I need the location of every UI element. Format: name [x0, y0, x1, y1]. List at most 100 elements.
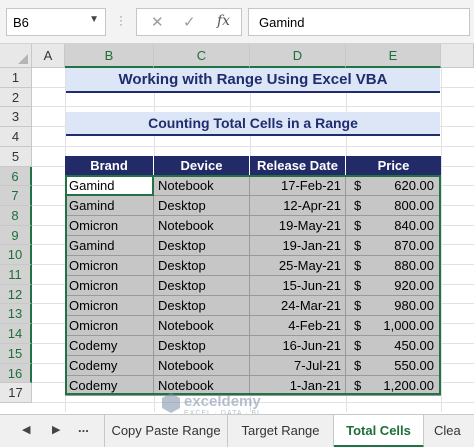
row-header[interactable]: 6 [0, 167, 32, 186]
cancel-icon[interactable]: ✕ [151, 13, 164, 31]
cell-date[interactable]: 4-Feb-21 [250, 316, 346, 336]
formula-buttons: ✕ ✓ fx [136, 8, 242, 36]
cell-date[interactable]: 16-Jun-21 [250, 336, 346, 356]
cell-date[interactable]: 19-Jan-21 [250, 236, 346, 256]
row-header[interactable]: 9 [0, 226, 32, 245]
column-header-e[interactable]: E [346, 44, 441, 68]
row-header[interactable]: 15 [0, 344, 32, 364]
currency-symbol: $ [354, 178, 362, 193]
column-header-b[interactable]: B [65, 44, 154, 68]
row-header[interactable]: 16 [0, 364, 32, 383]
cell-device[interactable]: Desktop [154, 236, 250, 256]
cell-brand[interactable]: Omicron [65, 316, 154, 336]
cell-device[interactable]: Desktop [154, 256, 250, 276]
cell-date[interactable]: 19-May-21 [250, 216, 346, 236]
more-sheets-button[interactable]: ... [78, 420, 89, 435]
column-header-a[interactable]: A [32, 44, 65, 68]
price-value: 620.00 [394, 178, 434, 193]
column-header-f[interactable] [441, 44, 474, 68]
name-box[interactable]: B6 ▼ [6, 8, 106, 36]
cell-date[interactable]: 12-Apr-21 [250, 196, 346, 216]
header-brand: Brand [65, 156, 154, 176]
name-box-dropdown-icon[interactable]: ▼ [89, 14, 99, 25]
cell-price[interactable]: $840.00 [346, 216, 441, 236]
tab-target-range[interactable]: Target Range [228, 415, 334, 447]
price-value: 450.00 [394, 338, 434, 353]
currency-symbol: $ [354, 318, 362, 333]
cell-price[interactable]: $550.00 [346, 356, 441, 376]
cell-brand[interactable]: Gamind [65, 196, 154, 216]
tab-clear[interactable]: Clea [424, 415, 474, 447]
price-value: 920.00 [394, 278, 434, 293]
grid-line [32, 106, 474, 107]
cell-brand[interactable]: Omicron [65, 276, 154, 296]
cell-date[interactable]: 25-May-21 [250, 256, 346, 276]
cell-device[interactable]: Notebook [154, 376, 250, 396]
cell-brand[interactable]: Codemy [65, 356, 154, 376]
cell-brand[interactable]: Gamind [65, 176, 154, 196]
cell-device[interactable]: Desktop [154, 276, 250, 296]
currency-symbol: $ [354, 378, 362, 393]
tab-total-cells[interactable]: Total Cells [334, 415, 424, 447]
cell-price[interactable]: $980.00 [346, 296, 441, 316]
row-header[interactable]: 7 [0, 186, 32, 206]
cell-date[interactable]: 1-Jan-21 [250, 376, 346, 396]
select-all-icon [18, 54, 28, 64]
row-header[interactable]: 17 [0, 383, 32, 403]
formula-bar-grip-icon[interactable]: · · · [119, 10, 123, 30]
scroll-left-icon[interactable]: ◀ [22, 423, 30, 436]
currency-symbol: $ [354, 218, 362, 233]
cell-price[interactable]: $620.00 [346, 176, 441, 196]
enter-icon[interactable]: ✓ [183, 13, 196, 31]
cell-brand[interactable]: Omicron [65, 216, 154, 236]
column-header-d[interactable]: D [250, 44, 346, 68]
row-header[interactable]: 10 [0, 245, 32, 265]
tab-copy-paste-range[interactable]: Copy Paste Range [104, 415, 228, 447]
cell-price[interactable]: $1,200.00 [346, 376, 441, 396]
cell-brand[interactable]: Codemy [65, 336, 154, 356]
cell-date[interactable]: 7-Jul-21 [250, 356, 346, 376]
cell-date[interactable]: 17-Feb-21 [250, 176, 346, 196]
row-header[interactable]: 4 [0, 127, 32, 147]
cell-device[interactable]: Notebook [154, 356, 250, 376]
cell-device[interactable]: Notebook [154, 176, 250, 196]
formula-input[interactable]: Gamind [248, 8, 470, 36]
cell-device[interactable]: Desktop [154, 196, 250, 216]
column-header-c[interactable]: C [154, 44, 250, 68]
row-header[interactable]: 12 [0, 285, 32, 304]
cell-brand[interactable]: Omicron [65, 256, 154, 276]
formula-bar: B6 ▼ · · · ✕ ✓ fx Gamind [0, 0, 474, 44]
scroll-right-icon[interactable]: ▶ [52, 423, 60, 436]
cell-price[interactable]: $880.00 [346, 256, 441, 276]
row-header[interactable]: 8 [0, 206, 32, 226]
cell-device[interactable]: Notebook [154, 216, 250, 236]
cell-device[interactable]: Notebook [154, 316, 250, 336]
formula-value: Gamind [259, 15, 305, 30]
name-box-value: B6 [13, 15, 29, 30]
cell-brand[interactable]: Omicron [65, 296, 154, 316]
row-header[interactable]: 2 [0, 88, 32, 107]
insert-function-icon[interactable]: fx [217, 13, 230, 29]
cell-device[interactable]: Desktop [154, 336, 250, 356]
row-header[interactable]: 1 [0, 68, 32, 88]
price-value: 880.00 [394, 258, 434, 273]
cell-device[interactable]: Desktop [154, 296, 250, 316]
row-header[interactable]: 14 [0, 324, 32, 344]
currency-symbol: $ [354, 298, 362, 313]
cell-price[interactable]: $800.00 [346, 196, 441, 216]
cell-brand[interactable]: Gamind [65, 236, 154, 256]
row-header[interactable]: 3 [0, 107, 32, 127]
currency-symbol: $ [354, 358, 362, 373]
row-header[interactable]: 13 [0, 304, 32, 324]
cell-price[interactable]: $870.00 [346, 236, 441, 256]
cell-date[interactable]: 24-Mar-21 [250, 296, 346, 316]
cell-brand[interactable]: Codemy [65, 376, 154, 396]
cell-price[interactable]: $920.00 [346, 276, 441, 296]
cell-date[interactable]: 15-Jun-21 [250, 276, 346, 296]
cell-price[interactable]: $1,000.00 [346, 316, 441, 336]
row-header[interactable]: 5 [0, 147, 32, 167]
currency-symbol: $ [354, 258, 362, 273]
cell-price[interactable]: $450.00 [346, 336, 441, 356]
row-header[interactable]: 11 [0, 265, 32, 285]
select-all-button[interactable] [0, 44, 32, 68]
